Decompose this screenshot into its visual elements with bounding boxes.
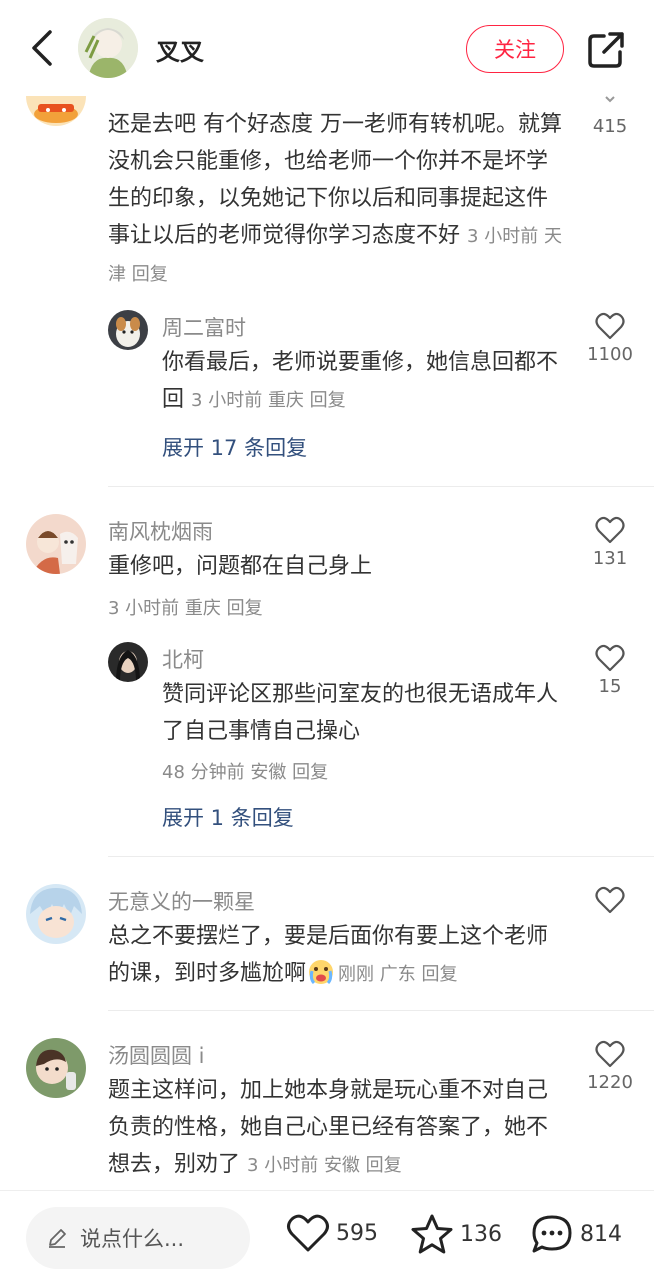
favorite-button[interactable]: 136 bbox=[410, 1213, 502, 1255]
like-count: 15 bbox=[598, 676, 622, 697]
share-icon[interactable] bbox=[584, 28, 628, 72]
reply-username[interactable]: 周二富时 bbox=[162, 312, 246, 342]
reply-like[interactable]: 15 bbox=[578, 644, 642, 697]
reply-meta: 3 小时前 重庆 回复 bbox=[191, 390, 346, 411]
comment-like[interactable]: 1220 bbox=[578, 1040, 642, 1093]
heart-icon bbox=[595, 1040, 625, 1068]
chevron-down-icon bbox=[598, 96, 622, 103]
heart-icon bbox=[595, 516, 625, 544]
back-icon[interactable] bbox=[26, 28, 62, 68]
commenter-username[interactable]: 汤圆圆圆 i bbox=[108, 1040, 205, 1070]
commenter-avatar[interactable] bbox=[26, 96, 86, 126]
heart-icon bbox=[595, 644, 625, 672]
comment-feed[interactable]: 415 还是去吧 有个好态度 万一老师有转机呢。就算没机会只能重修，也给老师一个… bbox=[0, 96, 654, 1190]
reply-link[interactable]: 回复 bbox=[310, 390, 346, 411]
like-button[interactable]: 595 bbox=[286, 1213, 378, 1253]
like-count: 131 bbox=[592, 548, 628, 569]
like-count: 595 bbox=[336, 1220, 378, 1246]
top-bar: 叉叉 关注 bbox=[0, 0, 654, 96]
author-avatar[interactable] bbox=[78, 18, 138, 78]
commenter-username[interactable]: 南风枕烟雨 bbox=[108, 516, 213, 546]
divider bbox=[108, 856, 654, 857]
reply-text: 你看最后，老师说要重修，她信息回都不回 3 小时前 重庆 回复 bbox=[162, 350, 559, 412]
comment-meta: 3 小时前 安徽 回复 bbox=[247, 1155, 402, 1176]
comment-like[interactable] bbox=[578, 886, 642, 914]
comment-like[interactable]: 415 bbox=[578, 112, 642, 137]
reply-username[interactable]: 北柯 bbox=[162, 644, 204, 674]
commenter-avatar[interactable] bbox=[26, 514, 86, 574]
reply-link[interactable]: 回复 bbox=[421, 964, 457, 985]
reply-text: 赞同评论区那些问室友的也很无语成年人了自己事情自己操心 bbox=[162, 682, 559, 744]
reply-link[interactable]: 回复 bbox=[132, 264, 168, 285]
favorite-count: 136 bbox=[460, 1221, 502, 1247]
commenter-username[interactable]: 无意义的一颗星 bbox=[108, 886, 255, 916]
pencil-icon bbox=[49, 1229, 66, 1248]
heart-icon bbox=[595, 886, 625, 914]
reply-link[interactable]: 回复 bbox=[292, 762, 328, 783]
like-count: 415 bbox=[592, 116, 628, 137]
reply-link[interactable]: 回复 bbox=[366, 1155, 402, 1176]
comment-meta: 3 小时前 重庆 回复 bbox=[108, 598, 263, 619]
reply-avatar[interactable] bbox=[108, 642, 148, 682]
comment-text: 题主这样问，加上她本身就是玩心重不对自己负责的性格，她自己心里已经有答案了，她不… bbox=[108, 1078, 549, 1177]
comment-like[interactable]: 131 bbox=[578, 516, 642, 569]
follow-button[interactable]: 关注 bbox=[466, 25, 564, 73]
heart-icon bbox=[595, 312, 625, 340]
crying-emoji-icon bbox=[308, 959, 334, 997]
commenter-avatar[interactable] bbox=[26, 1038, 86, 1098]
star-icon bbox=[411, 1214, 453, 1254]
author-name[interactable]: 叉叉 bbox=[156, 32, 204, 67]
reply-like[interactable]: 1100 bbox=[578, 312, 642, 365]
reply-link[interactable]: 回复 bbox=[227, 598, 263, 619]
comment-input-placeholder: 说点什么... bbox=[80, 1227, 185, 1251]
expand-replies-link[interactable]: 展开 1 条回复 bbox=[162, 802, 294, 832]
comment-text: 总之不要摆烂了，要是后面你有要上这个老师的课，到时多尴尬啊 刚刚 广东 回复 bbox=[108, 918, 568, 997]
comment-text: 还是去吧 有个好态度 万一老师有转机呢。就算没机会只能重修，也给老师一个你并不是… bbox=[108, 112, 562, 285]
divider bbox=[108, 486, 654, 487]
like-count: 1100 bbox=[587, 344, 633, 365]
like-count: 1220 bbox=[587, 1072, 633, 1093]
divider bbox=[108, 1010, 654, 1011]
heart-icon bbox=[287, 1214, 329, 1252]
comment-bubble-icon bbox=[532, 1215, 572, 1253]
reply-meta: 48 分钟前 安徽 回复 bbox=[162, 762, 329, 783]
comment-count: 814 bbox=[580, 1221, 622, 1247]
expand-replies-link[interactable]: 展开 17 条回复 bbox=[162, 432, 307, 462]
bottom-action-bar: 说点什么... 595 136 814 bbox=[0, 1190, 654, 1280]
comments-button[interactable]: 814 bbox=[530, 1213, 622, 1255]
comment-input[interactable]: 说点什么... bbox=[26, 1207, 250, 1269]
reply-avatar[interactable] bbox=[108, 310, 148, 350]
commenter-avatar[interactable] bbox=[26, 884, 86, 944]
comment-text: 重修吧，问题都在自己身上 bbox=[108, 554, 373, 579]
comment-meta: 刚刚 广东 回复 bbox=[338, 964, 458, 985]
